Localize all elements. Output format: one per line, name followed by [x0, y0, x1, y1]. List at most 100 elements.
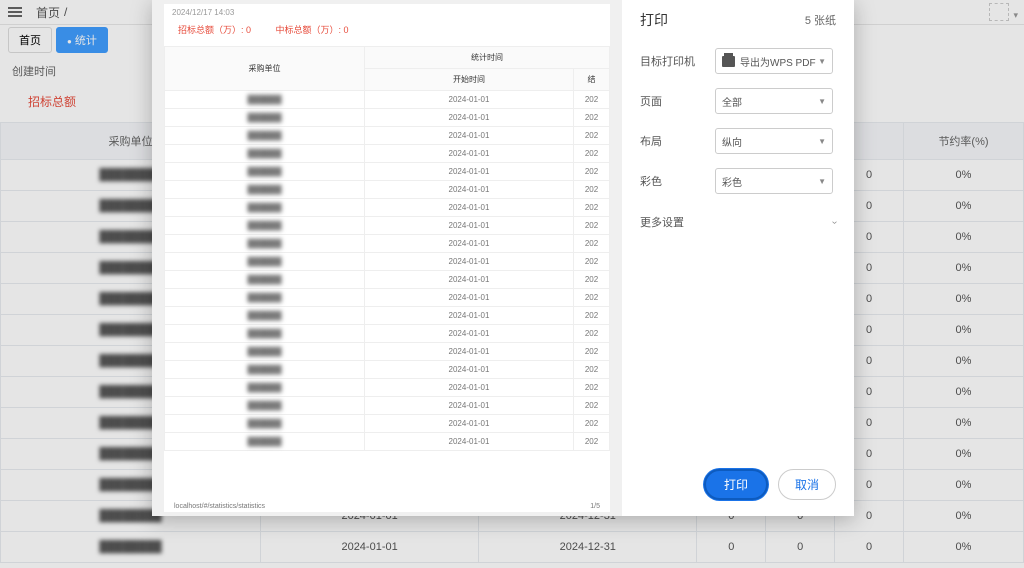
pv-cell-start: 2024-01-01: [365, 289, 574, 307]
pv-col-start: 开始时间: [365, 69, 574, 91]
row-color: 彩色 彩色 ▼: [640, 168, 836, 194]
color-value: 彩色: [722, 174, 742, 189]
pv-cell-unit: ██████: [165, 307, 365, 325]
pv-cell-unit: ██████: [165, 415, 365, 433]
pv-cell-start: 2024-01-01: [365, 199, 574, 217]
pv-cell-unit: ██████: [165, 199, 365, 217]
pv-cell-unit: ██████: [165, 163, 365, 181]
pv-cell-start: 2024-01-01: [365, 91, 574, 109]
pv-cell-start: 2024-01-01: [365, 163, 574, 181]
preview-row: ██████2024-01-01202: [165, 271, 610, 289]
more-settings-toggle[interactable]: 更多设置 ›: [640, 214, 836, 230]
pv-cell-end: 202: [574, 145, 610, 163]
pv-cell-unit: ██████: [165, 397, 365, 415]
preview-row: ██████2024-01-01202: [165, 325, 610, 343]
pv-cell-unit: ██████: [165, 181, 365, 199]
pages-label: 页面: [640, 93, 715, 109]
pv-cell-end: 202: [574, 91, 610, 109]
pv-cell-start: 2024-01-01: [365, 217, 574, 235]
pv-cell-unit: ██████: [165, 433, 365, 451]
preview-row: ██████2024-01-01202: [165, 109, 610, 127]
layout-select[interactable]: 纵向 ▼: [715, 128, 833, 154]
preview-table: 采购单位 统计时间 开始时间 结 ██████2024-01-01202████…: [164, 46, 610, 451]
pv-cell-end: 202: [574, 217, 610, 235]
print-actions: 打印 取消: [640, 469, 836, 506]
chevron-down-icon: ▼: [818, 57, 826, 66]
preview-row: ██████2024-01-01202: [165, 433, 610, 451]
preview-page: 2024/12/17 14:03 招标总额（万）: 0 中标总额（万）: 0 采…: [164, 4, 610, 512]
preview-row: ██████2024-01-01202: [165, 217, 610, 235]
pv-cell-unit: ██████: [165, 325, 365, 343]
pv-cell-unit: ██████: [165, 217, 365, 235]
pv-cell-start: 2024-01-01: [365, 361, 574, 379]
pv-cell-end: 202: [574, 235, 610, 253]
print-header: 打印 5 张纸: [640, 10, 836, 30]
preview-row: ██████2024-01-01202: [165, 163, 610, 181]
printer-value: 导出为WPS PDF: [740, 54, 816, 69]
preview-footer: localhost/#/statistics/statistics 1/5: [174, 503, 600, 510]
pv-cell-end: 202: [574, 361, 610, 379]
pv-cell-start: 2024-01-01: [365, 397, 574, 415]
printer-label: 目标打印机: [640, 53, 715, 69]
pv-cell-end: 202: [574, 163, 610, 181]
preview-row: ██████2024-01-01202: [165, 361, 610, 379]
color-label: 彩色: [640, 173, 715, 189]
pv-cell-start: 2024-01-01: [365, 433, 574, 451]
pv-cell-unit: ██████: [165, 145, 365, 163]
pv-cell-unit: ██████: [165, 91, 365, 109]
preview-timestamp: 2024/12/17 14:03: [164, 4, 610, 21]
pv-cell-unit: ██████: [165, 235, 365, 253]
preview-row: ██████2024-01-01202: [165, 379, 610, 397]
preview-row: ██████2024-01-01202: [165, 127, 610, 145]
pv-cell-unit: ██████: [165, 289, 365, 307]
color-select[interactable]: 彩色 ▼: [715, 168, 833, 194]
print-sheet-count: 5 张纸: [805, 12, 836, 28]
pv-cell-end: 202: [574, 253, 610, 271]
pv-cell-end: 202: [574, 271, 610, 289]
row-layout: 布局 纵向 ▼: [640, 128, 836, 154]
pv-col-unit: 采购单位: [165, 47, 365, 91]
preview-row: ██████2024-01-01202: [165, 289, 610, 307]
layout-value: 纵向: [722, 134, 742, 149]
preview-row: ██████2024-01-01202: [165, 199, 610, 217]
pv-cell-start: 2024-01-01: [365, 379, 574, 397]
preview-summary: 招标总额（万）: 0 中标总额（万）: 0: [164, 21, 610, 38]
preview-url: localhost/#/statistics/statistics: [174, 503, 265, 510]
preview-row: ██████2024-01-01202: [165, 235, 610, 253]
pv-cell-unit: ██████: [165, 271, 365, 289]
print-settings-pane: 打印 5 张纸 目标打印机 导出为WPS PDF ▼ 页面 全部 ▼ 布局: [622, 0, 854, 516]
pv-cell-unit: ██████: [165, 361, 365, 379]
pv-cell-unit: ██████: [165, 127, 365, 145]
cancel-button[interactable]: 取消: [778, 469, 836, 500]
preview-row: ██████2024-01-01202: [165, 253, 610, 271]
pv-cell-start: 2024-01-01: [365, 253, 574, 271]
preview-row: ██████2024-01-01202: [165, 91, 610, 109]
preview-win-total: 中标总额（万）: 0: [276, 25, 349, 35]
preview-row: ██████2024-01-01202: [165, 397, 610, 415]
pv-cell-start: 2024-01-01: [365, 181, 574, 199]
print-title: 打印: [640, 10, 668, 30]
preview-bid-total: 招标总额（万）: 0: [178, 25, 251, 35]
printer-select[interactable]: 导出为WPS PDF ▼: [715, 48, 833, 74]
pv-cell-end: 202: [574, 181, 610, 199]
pv-col-time: 统计时间: [365, 47, 610, 69]
preview-row: ██████2024-01-01202: [165, 415, 610, 433]
pv-cell-start: 2024-01-01: [365, 325, 574, 343]
row-printer: 目标打印机 导出为WPS PDF ▼: [640, 48, 836, 74]
printer-icon: [722, 56, 735, 67]
more-settings-label: 更多设置: [640, 214, 684, 230]
pages-value: 全部: [722, 94, 742, 109]
pv-cell-start: 2024-01-01: [365, 109, 574, 127]
chevron-down-icon: ▼: [818, 97, 826, 106]
pv-cell-start: 2024-01-01: [365, 127, 574, 145]
pv-cell-start: 2024-01-01: [365, 271, 574, 289]
pages-select[interactable]: 全部 ▼: [715, 88, 833, 114]
pv-cell-end: 202: [574, 199, 610, 217]
chevron-down-icon: ▼: [818, 177, 826, 186]
print-button[interactable]: 打印: [704, 469, 768, 500]
pv-cell-end: 202: [574, 343, 610, 361]
pv-cell-unit: ██████: [165, 379, 365, 397]
preview-row: ██████2024-01-01202: [165, 145, 610, 163]
pv-cell-end: 202: [574, 127, 610, 145]
pv-cell-start: 2024-01-01: [365, 415, 574, 433]
